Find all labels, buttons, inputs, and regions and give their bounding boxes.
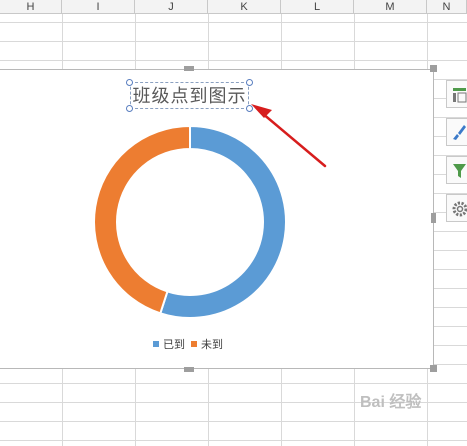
title-handle-bottom-right[interactable] [246, 105, 253, 112]
legend-swatch-absent [191, 341, 197, 347]
resize-handle-bottom[interactable] [184, 367, 194, 372]
column-header-i[interactable]: I [62, 0, 135, 14]
chart-settings-button[interactable] [446, 194, 467, 222]
watermark: Bai 经验 [360, 394, 422, 411]
resize-handle-bottom-right[interactable] [430, 365, 437, 372]
column-header-l[interactable]: L [281, 0, 354, 14]
column-header-h[interactable]: H [0, 0, 62, 14]
column-header-m[interactable]: M [354, 0, 427, 14]
chart-style-icon [453, 125, 466, 140]
chart-elements-icon [453, 88, 467, 103]
column-header-k[interactable]: K [208, 0, 281, 14]
legend-swatch-present [153, 341, 159, 347]
column-header-n[interactable]: N [427, 0, 467, 14]
legend-item-absent[interactable]: 未到 [191, 336, 223, 352]
resize-handle-top-right[interactable] [430, 65, 437, 72]
title-handle-top-left[interactable] [126, 79, 133, 86]
legend-label-present: 已到 [163, 339, 185, 351]
resize-handle-top[interactable] [184, 66, 194, 71]
legend-item-present[interactable]: 已到 [153, 336, 185, 352]
resize-handle-right[interactable] [431, 213, 436, 223]
settings-icon [452, 201, 467, 217]
title-handle-top-right[interactable] [246, 79, 253, 86]
column-header-j[interactable]: J [135, 0, 208, 14]
chart-style-button[interactable] [446, 118, 467, 146]
donut-slice-1[interactable] [93, 124, 191, 315]
chart-filter-icon [453, 164, 466, 178]
chart-title[interactable]: 班级点到图示 [130, 84, 249, 108]
chart-elements-button[interactable] [446, 80, 467, 108]
title-handle-bottom-left[interactable] [126, 105, 133, 112]
column-header-row: H I J K L M N [0, 0, 467, 14]
doughnut-chart[interactable] [90, 122, 290, 322]
legend-label-absent: 未到 [201, 339, 223, 351]
chart-legend[interactable]: 已到 未到 [153, 336, 229, 352]
donut-slice-0[interactable] [159, 124, 287, 319]
chart-filter-button[interactable] [446, 156, 467, 184]
spreadsheet: H I J K L M N 班级点到图示 已到 未到 Bai 经验 [0, 0, 467, 446]
